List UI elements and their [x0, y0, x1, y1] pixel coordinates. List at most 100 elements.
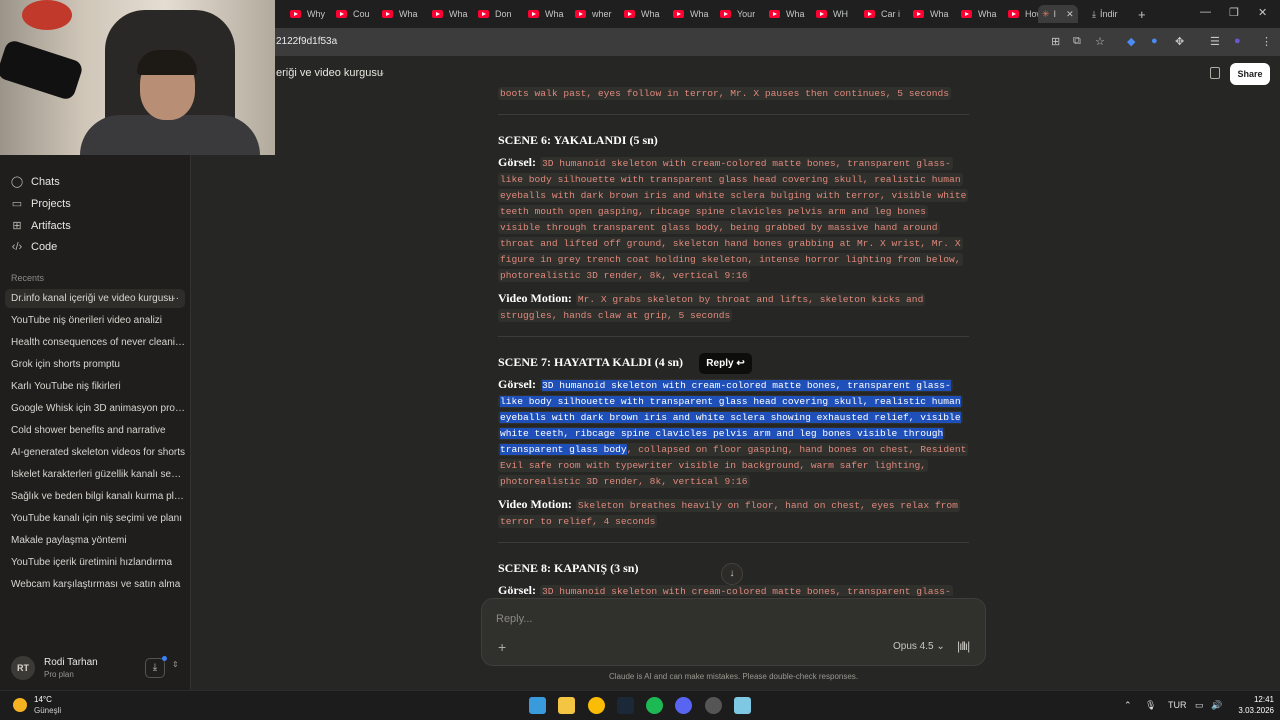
youtube-icon	[290, 10, 301, 18]
clock-date[interactable]: 3.03.2026	[1222, 706, 1274, 715]
tab-download[interactable]: ⤓ İndir	[1092, 5, 1118, 23]
download-app-button[interactable]: ⤓	[145, 658, 165, 678]
model-selector[interactable]: Opus 4.5 ⌄	[893, 641, 945, 652]
tab-label: İndir	[1099, 9, 1118, 19]
minimize-icon[interactable]: —	[1200, 6, 1211, 18]
scroll-down-button[interactable]: ↓	[721, 563, 743, 585]
url-text[interactable]: 2122f9d1f53a	[276, 36, 337, 47]
microphone-icon[interactable]: 🎙	[1145, 700, 1156, 711]
weather-description[interactable]: Güneşli	[34, 706, 61, 715]
browser-tab[interactable]: Cou	[336, 5, 370, 23]
browser-tab[interactable]: Wha	[913, 5, 949, 23]
chevron-up-icon[interactable]: ⌃	[1124, 700, 1132, 711]
youtube-icon	[478, 10, 489, 18]
browser-tab[interactable]: Your	[720, 5, 755, 23]
weather-sun-icon[interactable]	[13, 698, 27, 712]
restore-icon[interactable]: ❐	[1229, 6, 1239, 19]
recent-chat-item[interactable]: YouTube niş önerileri video analizi	[5, 311, 185, 330]
star-icon[interactable]: ☆	[1095, 35, 1105, 48]
recent-chat-item[interactable]: AI-generated skeleton videos for shorts	[5, 443, 185, 462]
puzzle-icon[interactable]: ✥	[1175, 35, 1184, 48]
menu-icon[interactable]: ⋮	[1261, 35, 1272, 48]
new-tab-button[interactable]: +	[1138, 5, 1146, 23]
chrome-icon[interactable]	[588, 697, 605, 714]
recent-chat-item[interactable]: Webcam karşılaştırması ve satın alma	[5, 575, 185, 594]
sidebar-item-code[interactable]: ‹/› Code	[10, 241, 58, 253]
recent-chat-item[interactable]: Karlı YouTube niş fikirleri	[5, 377, 185, 396]
discord-icon[interactable]	[675, 697, 692, 714]
profile-icon[interactable]: ●	[1234, 35, 1241, 47]
sidebar-item-label: Artifacts	[31, 219, 71, 232]
reading-list-icon[interactable]: ☰	[1210, 35, 1220, 48]
close-window-icon[interactable]: ✕	[1258, 6, 1267, 19]
youtube-icon	[382, 10, 393, 18]
notification-dot	[162, 656, 167, 661]
recent-chat-item[interactable]: Health consequences of never cleaning	[5, 333, 185, 352]
recent-chat-item[interactable]: Grok için shorts promptu	[5, 355, 185, 374]
add-attachment-button[interactable]: +	[498, 639, 506, 655]
extension-icon[interactable]: ◆	[1127, 35, 1135, 48]
browser-tab[interactable]: Wha	[673, 5, 709, 23]
recent-chat-item[interactable]: YouTube kanalı için niş seçimi ve planı	[5, 509, 185, 528]
code-text: 3D humanoid skeleton with cream-colored …	[540, 585, 953, 596]
tab-active[interactable]: ✳ I ✕	[1038, 5, 1078, 23]
browser-tab[interactable]: Wha	[769, 5, 805, 23]
close-icon[interactable]: ✕	[1066, 9, 1074, 20]
recent-chat-item[interactable]: Makale paylaşma yöntemi	[5, 531, 185, 550]
document-icon[interactable]	[1210, 67, 1220, 79]
conversation-title[interactable]: eriği ve video kurgusu	[276, 67, 383, 79]
volume-icon[interactable]: 🔊	[1211, 700, 1222, 711]
composer: + Opus 4.5 ⌄ |ıllı|	[481, 598, 986, 666]
chevron-updown-icon[interactable]: ⇕	[172, 660, 179, 669]
reply-input[interactable]	[496, 613, 956, 625]
browser-tab[interactable]: Wha	[528, 5, 564, 23]
share-button[interactable]: Share	[1230, 63, 1270, 85]
youtube-icon	[624, 10, 635, 18]
spotify-icon[interactable]	[646, 697, 663, 714]
reply-popup-button[interactable]: Reply ↩	[699, 353, 752, 374]
recent-chat-item[interactable]: Dr.info kanal içeriği ve video kurgusu ··…	[5, 289, 185, 308]
language-indicator[interactable]: TUR	[1168, 700, 1187, 710]
youtube-icon	[816, 10, 827, 18]
browser-tab[interactable]: Wha	[382, 5, 418, 23]
recent-chat-label: Cold shower benefits and narrative	[11, 425, 166, 436]
chevron-down-icon[interactable]: ⌄	[378, 67, 386, 78]
network-icon[interactable]: ▭	[1195, 700, 1204, 711]
screen-share-icon[interactable]: ⧉	[1073, 35, 1081, 48]
recent-chat-item[interactable]: YouTube içerik üretimini hızlandırma	[5, 553, 185, 572]
obs-icon[interactable]	[705, 697, 722, 714]
recent-chat-item[interactable]: Google Whisk için 3D animasyon promptu	[5, 399, 185, 418]
field-label: Görsel:	[498, 583, 536, 596]
steam-icon[interactable]	[617, 697, 634, 714]
sidebar-item-artifacts[interactable]: ⊞ Artifacts	[10, 219, 71, 233]
browser-tab[interactable]: WH	[816, 5, 848, 23]
browser-tab[interactable]: wher	[575, 5, 612, 23]
browser-tab[interactable]: Wha	[432, 5, 468, 23]
file-explorer-icon[interactable]	[558, 697, 575, 714]
avatar[interactable]: RT	[11, 656, 35, 680]
tab-label: Wha	[641, 9, 660, 19]
temperature[interactable]: 14°C	[34, 695, 52, 704]
browser-tab[interactable]: Car i	[864, 5, 900, 23]
browser-tab[interactable]: Wha	[624, 5, 660, 23]
recent-chat-label: Sağlık ve beden bilgi kanalı kurma planı	[11, 491, 185, 502]
voice-mode-icon[interactable]: |ıllı|	[957, 639, 970, 653]
sidebar-item-chats[interactable]: ◯ Chats	[10, 175, 60, 189]
browser-tab[interactable]: Wha	[961, 5, 997, 23]
browser-tab[interactable]: Why	[290, 5, 325, 23]
extension-icon[interactable]: ●	[1151, 35, 1158, 47]
recent-chat-item[interactable]: Iskelet karakterleri güzellik kanalı seç…	[5, 465, 185, 484]
browser-tab[interactable]: Don	[478, 5, 512, 23]
translate-icon[interactable]: ⊞	[1051, 35, 1060, 48]
windows-start-icon[interactable]	[529, 697, 546, 714]
recent-chat-item[interactable]: Sağlık ve beden bilgi kanalı kurma planı	[5, 487, 185, 506]
code-icon: ‹/›	[11, 241, 23, 253]
more-options-icon[interactable]: ···	[169, 289, 179, 308]
notepad-icon[interactable]	[734, 697, 751, 714]
recent-chat-item[interactable]: Cold shower benefits and narrative	[5, 421, 185, 440]
user-panel[interactable]: RT Rodi Tarhan Pro plan ⤓ ⇕	[0, 644, 191, 690]
recent-chat-label: AI-generated skeleton videos for shorts	[11, 447, 185, 458]
sidebar-item-projects[interactable]: ▭ Projects	[10, 197, 71, 211]
tab-label: Wha	[399, 9, 418, 19]
clock-time[interactable]: 12:41	[1232, 695, 1274, 704]
